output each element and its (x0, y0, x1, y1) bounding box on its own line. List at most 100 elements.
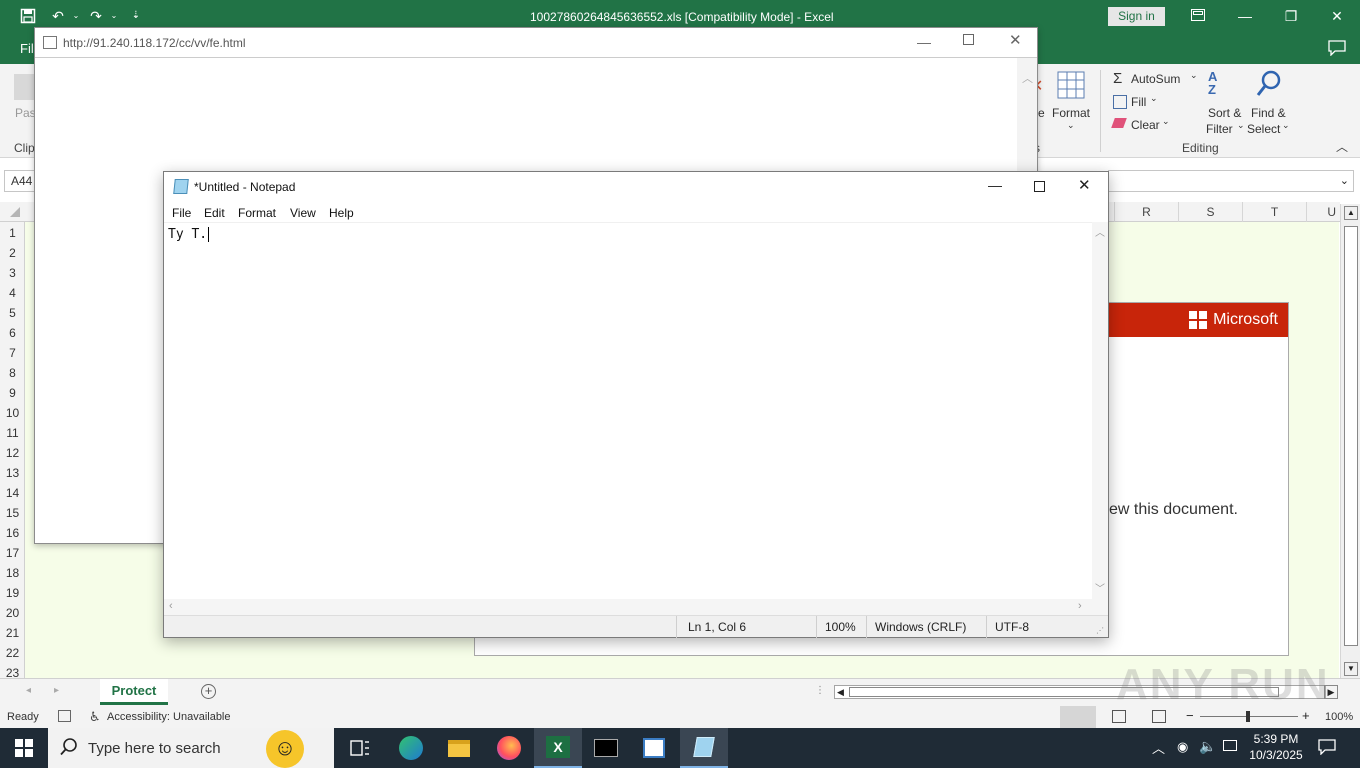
zoom-out-icon[interactable]: − (1186, 708, 1194, 723)
paste-icon[interactable] (14, 74, 36, 100)
row-header[interactable]: 20 (0, 603, 25, 623)
clear-button[interactable]: Clear (1131, 118, 1160, 132)
edge-icon[interactable] (387, 728, 435, 768)
row-header[interactable]: 7 (0, 343, 25, 363)
menu-file[interactable]: File (172, 206, 191, 220)
scroll-left-icon[interactable]: ◀ (837, 686, 844, 698)
fill-icon[interactable] (1113, 95, 1127, 109)
excel-taskbar-icon[interactable]: X (534, 728, 582, 768)
format-dropdown-icon[interactable]: ⌄ (1067, 120, 1075, 131)
row-header[interactable]: 17 (0, 543, 25, 563)
column-header-u[interactable]: U (1306, 202, 1340, 222)
formula-bar[interactable]: ⌄ (1108, 170, 1354, 192)
notepad-scroll-left-icon[interactable]: ‹ (169, 600, 173, 612)
sort-filter-icon[interactable]: AZ (1208, 70, 1217, 96)
network-icon[interactable] (1223, 740, 1237, 751)
fill-dropdown-icon[interactable]: ⌄ (1150, 93, 1158, 104)
fill-button[interactable]: Fill (1131, 95, 1146, 109)
notepad-maximize-icon[interactable] (1034, 181, 1045, 192)
normal-view-icon[interactable] (1060, 706, 1096, 728)
menu-format[interactable]: Format (238, 206, 276, 220)
sort-filter-label-2[interactable]: Filter (1206, 122, 1233, 136)
autosum-button[interactable]: AutoSum (1131, 72, 1180, 86)
find-select-label-1[interactable]: Find & (1251, 106, 1286, 120)
row-header[interactable]: 18 (0, 563, 25, 583)
close-icon[interactable]: ✕ (1325, 6, 1349, 26)
row-header[interactable]: 16 (0, 523, 25, 543)
wordpad-icon[interactable] (630, 728, 678, 768)
row-header[interactable]: 9 (0, 383, 25, 403)
browser-close-icon[interactable]: ✕ (1009, 31, 1022, 49)
row-header[interactable]: 6 (0, 323, 25, 343)
row-header[interactable]: 3 (0, 263, 25, 283)
page-layout-view-icon[interactable] (1112, 710, 1126, 723)
column-header-s[interactable]: S (1178, 202, 1242, 222)
split-handle-icon[interactable]: ⋮ (815, 685, 825, 696)
weather-sun-icon[interactable]: ☺ (266, 730, 304, 768)
next-sheet-icon[interactable]: ▸ (54, 685, 59, 696)
name-box[interactable]: A44 (4, 170, 36, 192)
find-select-label-2[interactable]: Select (1247, 122, 1280, 136)
command-prompt-icon[interactable] (582, 728, 630, 768)
notepad-taskbar-icon[interactable] (680, 728, 728, 768)
row-header[interactable]: 21 (0, 623, 25, 643)
sort-filter-dropdown-icon[interactable]: ⌄ (1237, 120, 1245, 131)
notepad-scroll-up-icon[interactable]: ︿ (1095, 224, 1105, 239)
select-all-icon[interactable] (10, 207, 20, 217)
taskbar-clock[interactable]: 5:39 PM 10/3/2025 (1246, 731, 1306, 763)
find-select-dropdown-icon[interactable]: ⌄ (1282, 120, 1290, 131)
column-header-t[interactable]: T (1242, 202, 1306, 222)
browser-scroll-up-icon[interactable]: ︿ (1022, 70, 1033, 86)
row-header[interactable]: 8 (0, 363, 25, 383)
sign-in-button[interactable]: Sign in (1108, 7, 1165, 26)
browser-minimize-icon[interactable]: — (917, 34, 931, 50)
row-header[interactable]: 4 (0, 283, 25, 303)
zoom-in-icon[interactable]: + (1302, 708, 1310, 723)
zoom-level[interactable]: 100% (1325, 711, 1353, 723)
row-header[interactable]: 2 (0, 243, 25, 263)
previous-sheet-icon[interactable]: ◂ (26, 685, 31, 696)
zoom-slider-thumb[interactable] (1246, 711, 1250, 722)
volume-icon[interactable]: 🔈 (1199, 738, 1216, 755)
eraser-icon[interactable] (1111, 118, 1127, 128)
firefox-icon[interactable] (485, 728, 533, 768)
page-break-view-icon[interactable] (1152, 710, 1166, 723)
show-hidden-icons-icon[interactable]: ︿ (1152, 738, 1165, 757)
scroll-thumb[interactable] (1344, 226, 1358, 646)
resize-grip-icon[interactable]: ⋰ (1096, 626, 1104, 635)
notepad-horizontal-scrollbar[interactable]: ‹ › (164, 599, 1108, 615)
ribbon-display-icon[interactable] (1186, 6, 1210, 26)
new-sheet-icon[interactable]: + (201, 684, 216, 699)
autosum-dropdown-icon[interactable]: ⌄ (1190, 70, 1198, 81)
column-header-r[interactable]: R (1114, 202, 1178, 222)
accessibility-icon[interactable]: ♿ (89, 709, 101, 725)
customize-toolbar-icon[interactable]: ⇣ (128, 8, 144, 24)
comments-icon[interactable] (1328, 40, 1346, 59)
collapse-ribbon-icon[interactable]: ︿ (1336, 138, 1348, 155)
restore-icon[interactable]: ❐ (1279, 6, 1303, 26)
macro-record-icon[interactable] (58, 710, 71, 722)
minimize-icon[interactable]: — (1233, 6, 1257, 26)
taskbar-search-box[interactable]: Type here to search ☺ (48, 728, 334, 768)
notepad-scroll-down-icon[interactable]: ﹀ (1095, 580, 1105, 595)
row-header[interactable]: 13 (0, 463, 25, 483)
browser-maximize-icon[interactable] (963, 34, 974, 45)
vertical-scrollbar[interactable]: ▲ ▼ (1340, 204, 1360, 678)
file-explorer-icon[interactable] (435, 728, 483, 768)
redo-dropdown-icon[interactable]: ⌄ (106, 8, 122, 24)
row-header[interactable]: 11 (0, 423, 25, 443)
scroll-down-icon[interactable]: ▼ (1344, 662, 1358, 676)
find-select-icon[interactable] (1256, 70, 1282, 101)
undo-dropdown-icon[interactable]: ⌄ (68, 8, 84, 24)
row-header[interactable]: 15 (0, 503, 25, 523)
sort-filter-label-1[interactable]: Sort & (1208, 106, 1241, 120)
network-status-icon[interactable]: ◉ (1177, 739, 1188, 755)
undo-icon[interactable]: ↶ (50, 8, 66, 24)
row-header[interactable]: 10 (0, 403, 25, 423)
notepad-vertical-scrollbar[interactable]: ︿ ﹀ (1092, 222, 1108, 599)
row-header[interactable]: 22 (0, 643, 25, 663)
notepad-minimize-icon[interactable]: — (988, 177, 1002, 193)
format-button[interactable]: Format (1052, 106, 1090, 120)
format-cells-icon[interactable] (1056, 70, 1086, 103)
menu-edit[interactable]: Edit (204, 206, 225, 220)
